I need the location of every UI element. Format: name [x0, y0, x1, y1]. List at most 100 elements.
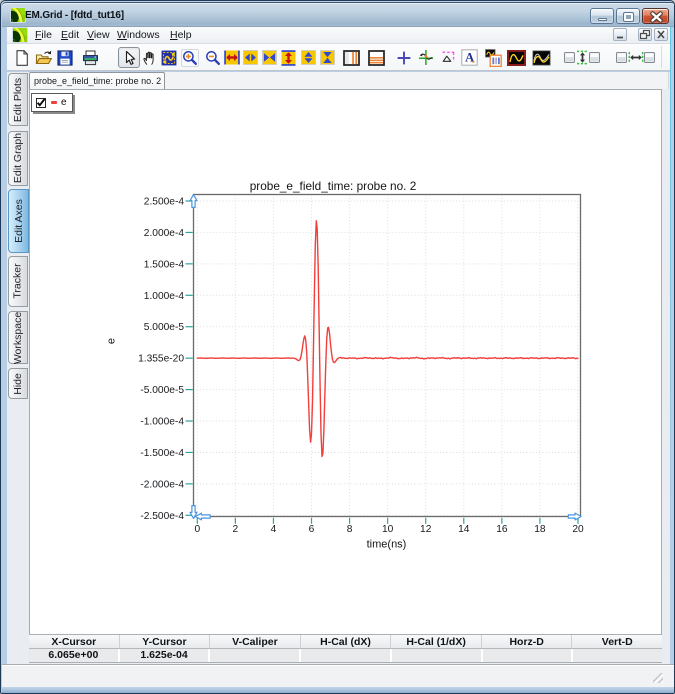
menu-edit[interactable]: Edit [61, 27, 79, 44]
toolbar-crosshair-cursor-button[interactable] [396, 50, 412, 66]
cursor-readout-table: X-CursorY-CursorV-CaliperH-Cal (dX)H-Cal… [29, 634, 662, 663]
menu-file[interactable]: File [35, 27, 52, 44]
window-title: EM.Grid - [fdtd_tut16] [25, 3, 124, 28]
toolbar-zoom-in-button[interactable] [181, 49, 199, 67]
window-frame-bottom [2, 687, 675, 694]
plot-style-boxed-icon [507, 50, 526, 66]
toolbar-compress-x-button[interactable] [262, 50, 277, 65]
resize-grip[interactable] [653, 673, 663, 683]
toolbar-stretch-y-button[interactable] [301, 50, 316, 65]
toolbar-horizontal-caliper-button[interactable] [368, 50, 385, 66]
sidebar-tab-hide[interactable]: Hide [8, 368, 28, 399]
sidebar-tab-label: Tracker [12, 264, 24, 299]
zoom-out-icon [205, 50, 221, 66]
menu-help[interactable]: Help [170, 27, 192, 44]
fit-to-window-icon [161, 50, 177, 66]
pan-icon [142, 50, 157, 66]
stretch-y-icon [301, 50, 316, 65]
mdi-minimize-icon [614, 29, 626, 40]
window-maximize-button[interactable] [616, 8, 640, 24]
menu-windows[interactable]: Windows [117, 27, 160, 44]
legend-box: e [31, 93, 73, 112]
sidebar-tab-edit-graph[interactable]: Edit Graph [8, 131, 28, 186]
title-bar: EM.Grid - [fdtd_tut16] [2, 2, 675, 27]
app-logo-icon [10, 7, 26, 23]
toolbar-add-text-button[interactable]: A [461, 49, 478, 66]
new-icon [15, 50, 29, 66]
sync-y-box-right-icon [589, 52, 600, 63]
mdi-minimize-button[interactable] [613, 28, 627, 41]
check-icon [36, 98, 46, 108]
toolbar-sync-x-axes-button[interactable] [628, 51, 644, 64]
plot-style-plain-icon [532, 50, 551, 66]
close-icon [643, 9, 670, 25]
sidebar-tab-label: Edit Plots [12, 77, 24, 121]
sidebar-tab-edit-axes[interactable]: Edit Axes [8, 189, 29, 253]
cursor-value-cell: 6.065e+00 [29, 649, 120, 662]
sidebar-tab-label: Edit Axes [13, 199, 25, 243]
toolbar-zoom-out-button[interactable] [205, 50, 221, 66]
toolbar-tracker-button[interactable] [418, 49, 434, 66]
toolbar-print-button[interactable] [82, 50, 99, 66]
cursor-value-cell: 1.625e-04 [120, 649, 211, 662]
toolbar-new-button[interactable] [15, 50, 29, 66]
cursor-table-value-row: 6.065e+001.625e-04 [29, 649, 662, 663]
mdi-restore-button[interactable] [638, 28, 652, 41]
sidebar-tab-label: Hide [12, 373, 24, 395]
toolbar-plot-style-boxed-button[interactable] [507, 50, 526, 66]
window-frame-right-accent [670, 27, 671, 587]
toolbar-sync-x-box-right-button[interactable] [644, 52, 655, 63]
slope-caliper-icon [440, 50, 456, 65]
open-icon [35, 50, 53, 66]
sidebar-tab-label: Edit Graph [12, 133, 24, 183]
toolbar-plot-style-plain-button[interactable] [532, 50, 551, 66]
sync-x-box-left-icon [616, 52, 627, 63]
sync-x-box-right-icon [644, 52, 655, 63]
toolbar-copy-plot-data-button[interactable] [485, 49, 502, 67]
vertical-caliper-icon [343, 50, 360, 66]
legend-checkbox[interactable] [36, 98, 46, 108]
compress-y-icon [320, 50, 335, 65]
menu-bar: File Edit View Windows Help [7, 27, 670, 44]
client-area: Edit Plots Edit Graph Edit Axes Tracker Work… [7, 72, 670, 664]
toolbar-expand-x-button[interactable] [224, 50, 240, 65]
toolbar-open-button[interactable] [35, 50, 53, 66]
maximize-icon [624, 13, 633, 21]
toolbar-sync-y-box-right-button[interactable] [589, 52, 600, 63]
toolbar-vertical-caliper-button[interactable] [343, 50, 360, 66]
toolbar-save-button[interactable] [57, 50, 73, 66]
sidebar-tab-edit-plots[interactable]: Edit Plots [8, 73, 28, 126]
sidebar-tab-tracker[interactable]: Tracker [8, 256, 28, 308]
document-logo-icon [12, 27, 28, 43]
cursor-value-cell [573, 649, 662, 662]
toolbar-expand-y-button[interactable] [281, 50, 296, 66]
toolbar-slope-caliper-button[interactable] [440, 50, 456, 65]
toolbar-select-cursor-button[interactable] [118, 47, 140, 68]
toolbar-compress-y-button[interactable] [320, 50, 335, 65]
toolbar-pan-button[interactable] [142, 50, 157, 66]
document-tab[interactable]: probe_e_field_time: probe no. 2 [29, 72, 165, 89]
cursor-col-header: V-Caliper [210, 635, 301, 648]
window-minimize-button[interactable] [590, 8, 614, 24]
toolbar-sync-y-axes-button[interactable] [576, 50, 589, 65]
stretch-x-icon [243, 50, 258, 65]
sync-y-axes-icon [576, 50, 589, 65]
sync-x-axes-icon [628, 51, 644, 64]
sidebar-tab-workspace[interactable]: Workspace [8, 311, 28, 364]
toolbar-fit-to-window-button[interactable] [161, 50, 177, 66]
window-close-button[interactable] [642, 8, 669, 24]
mdi-close-button[interactable] [654, 28, 668, 41]
menu-view[interactable]: View [87, 27, 110, 44]
app-window: EM.Grid - [fdtd_tut16] File Edit View Windo… [0, 0, 675, 694]
toolbar-stretch-x-button[interactable] [243, 50, 258, 65]
zoom-in-icon [182, 50, 198, 66]
cursor-value-cell [301, 649, 392, 662]
cursor-value-cell [392, 649, 483, 662]
toolbar-sync-x-box-left-button[interactable] [616, 52, 627, 63]
print-icon [82, 50, 99, 66]
sidebar-tab-label: Workspace [12, 311, 24, 363]
cursor-col-header: H-Cal (dX) [301, 635, 392, 648]
minimize-icon [598, 18, 607, 21]
toolbar-sync-y-box-left-button[interactable] [564, 52, 575, 63]
cursor-table-header-row: X-CursorY-CursorV-CaliperH-Cal (dX)H-Cal… [29, 634, 662, 649]
